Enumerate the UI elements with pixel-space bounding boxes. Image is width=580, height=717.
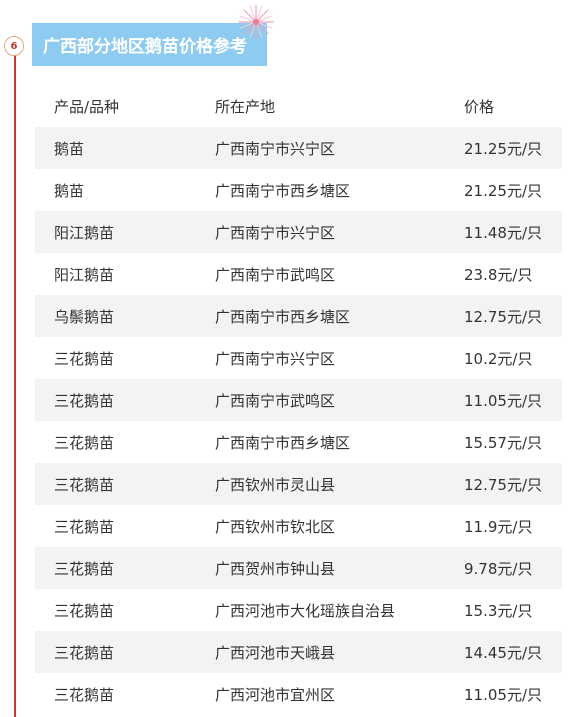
table-body: 鹅苗 广西南宁市兴宁区 21.25元/只 鹅苗 广西南宁市西乡塘区 21.25元/只 阳江鹅… [35,127,562,715]
cell-price: 21.25元/只 [464,181,542,200]
table-row: 阳江鹅苗 广西南宁市兴宁区 11.48元/只 [35,211,562,253]
cell-price: 11.05元/只 [464,391,542,410]
table-row: 三花鹅苗 广西钦州市灵山县 12.75元/只 [35,463,562,505]
cell-origin: 广西南宁市西乡塘区 [215,181,351,200]
table-row: 鹅苗 广西南宁市西乡塘区 21.25元/只 [35,169,562,211]
cell-product: 三花鹅苗 [54,685,115,704]
table-row: 三花鹅苗 广西钦州市钦北区 11.9元/只 [35,505,562,547]
cell-price: 11.48元/只 [464,223,542,242]
cell-price: 11.9元/只 [464,517,533,536]
cell-price: 21.25元/只 [464,139,542,158]
table-row: 三花鹅苗 广西南宁市兴宁区 10.2元/只 [35,337,562,379]
table-row: 三花鹅苗 广西南宁市武鸣区 11.05元/只 [35,379,562,421]
step-number-badge: 6 [4,36,24,56]
cell-product: 三花鹅苗 [54,475,115,494]
cell-product: 阳江鹅苗 [54,265,115,284]
table-row: 三花鹅苗 广西南宁市西乡塘区 15.57元/只 [35,421,562,463]
cell-origin: 广西南宁市兴宁区 [215,349,336,368]
table-row: 三花鹅苗 广西河池市天峨县 14.45元/只 [35,631,562,673]
cell-origin: 广西南宁市西乡塘区 [215,433,351,452]
cell-price: 12.75元/只 [464,475,542,494]
cell-price: 11.05元/只 [464,685,542,704]
firework-icon [238,4,274,40]
cell-product: 三花鹅苗 [54,601,115,620]
cell-price: 12.75元/只 [464,307,542,326]
cell-product: 乌鬃鹅苗 [54,307,115,326]
cell-origin: 广西钦州市灵山县 [215,475,336,494]
cell-price: 14.45元/只 [464,643,542,662]
cell-price: 15.57元/只 [464,433,542,452]
cell-origin: 广西贺州市钟山县 [215,559,336,578]
cell-origin: 广西河池市宜州区 [215,685,336,704]
section-title-banner: 广西部分地区鹅苗价格参考 [32,23,267,66]
cell-product: 三花鹅苗 [54,391,115,410]
cell-product: 三花鹅苗 [54,349,115,368]
table-row: 阳江鹅苗 广西南宁市武鸣区 23.8元/只 [35,253,562,295]
cell-product: 三花鹅苗 [54,517,115,536]
header-origin: 所在产地 [215,97,276,116]
cell-origin: 广西南宁市兴宁区 [215,223,336,242]
table-row: 三花鹅苗 广西河池市宜州区 11.05元/只 [35,673,562,715]
cell-origin: 广西南宁市武鸣区 [215,391,336,410]
cell-price: 10.2元/只 [464,349,533,368]
header-product: 产品/品种 [54,97,120,116]
cell-price: 9.78元/只 [464,559,533,578]
header-price: 价格 [464,97,495,116]
cell-origin: 广西河池市天峨县 [215,643,336,662]
cell-origin: 广西钦州市钦北区 [215,517,336,536]
table-row: 三花鹅苗 广西河池市大化瑶族自治县 15.3元/只 [35,589,562,631]
cell-origin: 广西南宁市兴宁区 [215,139,336,158]
cell-origin: 广西河池市大化瑶族自治县 [215,601,396,620]
cell-product: 阳江鹅苗 [54,223,115,242]
section-title: 广西部分地区鹅苗价格参考 [43,37,247,57]
table-row: 三花鹅苗 广西贺州市钟山县 9.78元/只 [35,547,562,589]
cell-product: 三花鹅苗 [54,643,115,662]
table-row: 乌鬃鹅苗 广西南宁市西乡塘区 12.75元/只 [35,295,562,337]
cell-product: 鹅苗 [54,181,85,200]
cell-price: 23.8元/只 [464,265,533,284]
table-row: 鹅苗 广西南宁市兴宁区 21.25元/只 [35,127,562,169]
cell-product: 鹅苗 [54,139,85,158]
timeline-line [14,55,16,717]
price-table: 产品/品种 所在产地 价格 鹅苗 广西南宁市兴宁区 21.25元/只 鹅苗 广西南宁市西… [35,85,562,715]
cell-origin: 广西南宁市武鸣区 [215,265,336,284]
cell-price: 15.3元/只 [464,601,533,620]
cell-origin: 广西南宁市西乡塘区 [215,307,351,326]
table-header-row: 产品/品种 所在产地 价格 [35,85,562,127]
cell-product: 三花鹅苗 [54,559,115,578]
cell-product: 三花鹅苗 [54,433,115,452]
